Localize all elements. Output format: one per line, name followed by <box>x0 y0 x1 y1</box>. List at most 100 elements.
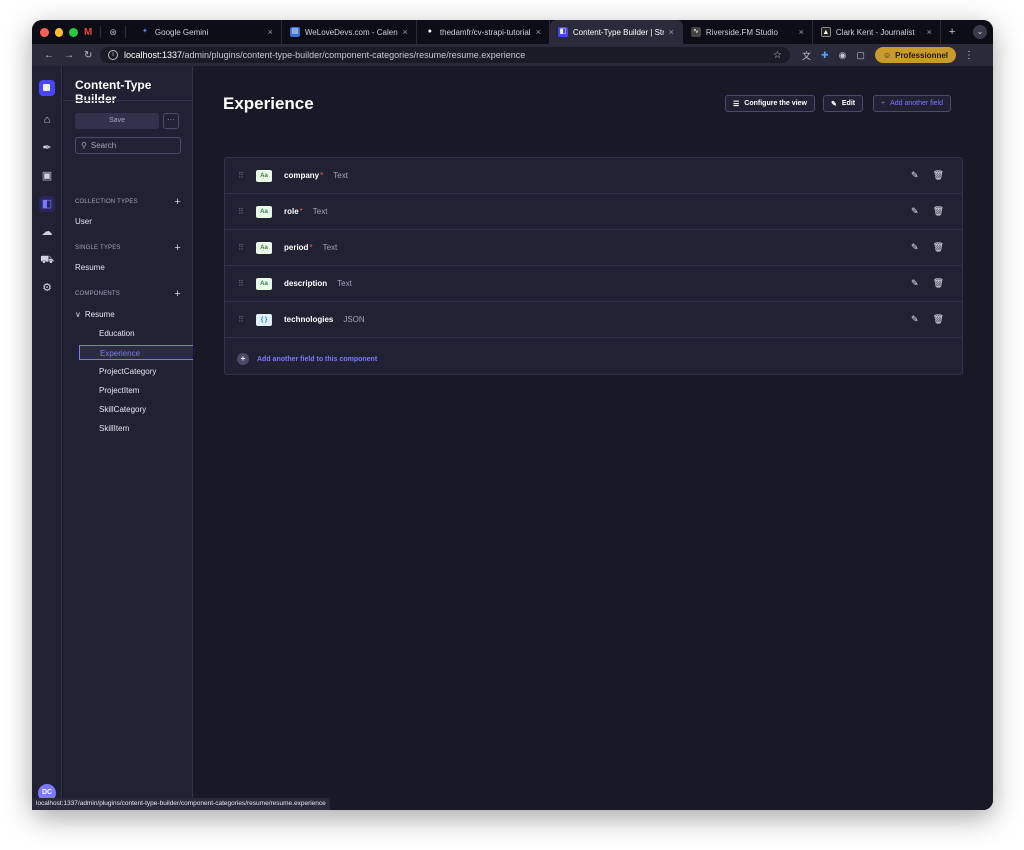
home-icon[interactable]: ⌂ <box>39 112 55 128</box>
chevron-down-icon: ∨ <box>75 310 81 319</box>
edit-button[interactable]: ✎ Edit <box>823 95 864 112</box>
url-field[interactable]: i localhost:1337/admin/plugins/content-t… <box>100 47 790 63</box>
sidebar-item-skillitem[interactable]: SkillItem <box>79 421 199 436</box>
tab-google-gemini[interactable]: ✦ Google Gemini × <box>132 20 282 44</box>
field-row-period[interactable]: ⠿ Aa period * Text ✎ 🗑 <box>225 230 962 266</box>
sidebar-item-projectitem[interactable]: ProjectItem <box>79 383 199 398</box>
openai-icon[interactable]: ⊛ <box>109 27 117 38</box>
extension-icon[interactable]: ✚ <box>821 50 829 61</box>
add-field-to-component-button[interactable]: + Add another field to this component <box>237 353 377 365</box>
profile-label: Professionnel <box>895 50 949 60</box>
drag-handle-icon[interactable]: ⠿ <box>238 207 250 216</box>
field-type: JSON <box>343 315 365 324</box>
trash-icon[interactable]: 🗑 <box>933 170 944 181</box>
trash-icon[interactable]: 🗑 <box>933 278 944 289</box>
sidebar-item-user[interactable]: User <box>75 217 92 226</box>
minimize-window-button[interactable] <box>54 27 64 37</box>
marketplace-icon[interactable]: ⛟ <box>39 252 55 268</box>
add-single-type-icon[interactable]: + <box>174 242 181 254</box>
drag-handle-icon[interactable]: ⠿ <box>238 243 250 252</box>
gmail-icon[interactable]: M <box>84 27 92 38</box>
feather-icon[interactable]: ✒ <box>39 140 55 156</box>
close-tab-icon[interactable]: × <box>927 27 932 37</box>
more-actions-button[interactable]: ··· <box>163 113 179 129</box>
new-tab-button[interactable]: + <box>941 26 963 38</box>
tab-title: Riverside.FM Studio <box>705 27 778 37</box>
search-input[interactable] <box>90 141 171 150</box>
edit-pencil-icon[interactable]: ✎ <box>911 170 919 181</box>
tab-search-icon[interactable]: ⌄ <box>973 25 987 39</box>
row-actions: ✎ 🗑 <box>911 206 944 217</box>
site-info-icon[interactable]: i <box>108 50 118 60</box>
sidebar-item-skillcategory[interactable]: SkillCategory <box>79 402 199 417</box>
field-type: Text <box>312 207 328 216</box>
close-tab-icon[interactable]: × <box>799 27 804 37</box>
main-content: Experience ☰ Configure the view ✎ Edit +… <box>193 66 993 810</box>
edit-pencil-icon[interactable]: ✎ <box>911 278 919 289</box>
profile-button[interactable]: ☺ Professionnel <box>874 47 957 63</box>
configure-view-button[interactable]: ☰ Configure the view <box>725 95 815 112</box>
field-name: period <box>284 243 309 252</box>
forward-icon[interactable]: → <box>64 50 74 61</box>
drag-handle-icon[interactable]: ⠿ <box>238 315 250 324</box>
close-tab-icon[interactable]: × <box>403 27 408 37</box>
cloud-icon[interactable]: ☁ <box>39 224 55 240</box>
sidebar-item-resume[interactable]: Resume <box>75 263 105 272</box>
field-row-role[interactable]: ⠿ Aa role * Text ✎ 🗑 <box>225 194 962 230</box>
button-label: Add another field <box>890 100 944 107</box>
close-tab-icon[interactable]: × <box>669 27 674 37</box>
tab-clark-kent[interactable]: ▲ Clark Kent - Journalist × <box>813 20 941 44</box>
tab-welovedevs[interactable]: ▤ WeLoveDevs.com - Calendar × <box>282 20 417 44</box>
close-window-button[interactable] <box>40 27 49 37</box>
settings-gear-icon[interactable]: ⚙ <box>39 280 55 296</box>
tab-title: Google Gemini <box>154 27 209 37</box>
tab-github[interactable]: ● thedamfr/cv-strapi-tutorial at × <box>417 20 550 44</box>
bookmark-star-icon[interactable]: ☆ <box>773 50 782 61</box>
text-type-icon: Aa <box>256 241 272 254</box>
strapi-icon: ◧ <box>557 27 568 37</box>
trash-icon[interactable]: 🗑 <box>933 206 944 217</box>
reload-icon[interactable]: ↻ <box>84 50 92 61</box>
subnav-divider <box>63 100 193 101</box>
sidebar-item-experience[interactable]: Experience <box>79 345 199 360</box>
field-row-description[interactable]: ⠿ Aa description Text ✎ 🗑 <box>225 266 962 302</box>
field-type: Text <box>322 243 338 252</box>
trash-icon[interactable]: 🗑 <box>933 314 944 325</box>
content-type-builder-icon[interactable]: ◧ <box>39 196 55 212</box>
tab-riverside[interactable]: ∿ Riverside.FM Studio × <box>683 20 813 44</box>
field-name: technologies <box>284 315 334 324</box>
translate-icon[interactable]: 文 <box>802 49 811 62</box>
edit-pencil-icon[interactable]: ✎ <box>911 242 919 253</box>
add-another-field-button[interactable]: + Add another field <box>873 95 952 112</box>
browser-menu-icon[interactable]: ⋮ <box>964 50 974 61</box>
save-button[interactable]: Save <box>75 113 159 129</box>
search-field[interactable]: ⚲ <box>75 137 181 154</box>
field-name: company <box>284 171 320 180</box>
back-icon[interactable]: ← <box>44 50 54 61</box>
close-tab-icon[interactable]: × <box>536 27 541 37</box>
field-row-technologies[interactable]: ⠿ { } technologies JSON ✎ 🗑 <box>225 302 962 338</box>
add-collection-type-icon[interactable]: + <box>174 196 181 208</box>
field-row-company[interactable]: ⠿ Aa company * Text ✎ 🗑 <box>225 158 962 194</box>
strapi-logo[interactable] <box>39 80 55 96</box>
sidebar-item-projectcategory[interactable]: ProjectCategory <box>79 364 199 379</box>
row-actions: ✎ 🗑 <box>911 242 944 253</box>
field-type: Text <box>333 171 348 180</box>
camera-icon[interactable]: ◉ <box>839 50 847 61</box>
drag-handle-icon[interactable]: ⠿ <box>238 171 250 180</box>
drag-handle-icon[interactable]: ⠿ <box>238 279 250 288</box>
add-component-icon[interactable]: + <box>174 288 181 300</box>
close-tab-icon[interactable]: × <box>268 27 273 37</box>
field-name: role <box>284 207 299 216</box>
puzzle-icon[interactable]: ▢ <box>856 50 865 61</box>
edit-pencil-icon[interactable]: ✎ <box>911 206 919 217</box>
url-text: localhost:1337/admin/plugins/content-typ… <box>124 50 525 60</box>
trash-icon[interactable]: 🗑 <box>933 242 944 253</box>
address-bar: ← → ↻ i localhost:1337/admin/plugins/con… <box>32 44 993 66</box>
maximize-window-button[interactable] <box>69 27 79 37</box>
component-group-resume[interactable]: ∨ Resume <box>75 310 115 319</box>
sidebar-item-education[interactable]: Education <box>79 326 199 341</box>
content-manager-icon[interactable]: ▣ <box>39 168 55 184</box>
tab-content-type-builder[interactable]: ◧ Content-Type Builder | Strapi × <box>549 20 683 44</box>
edit-pencil-icon[interactable]: ✎ <box>911 314 919 325</box>
